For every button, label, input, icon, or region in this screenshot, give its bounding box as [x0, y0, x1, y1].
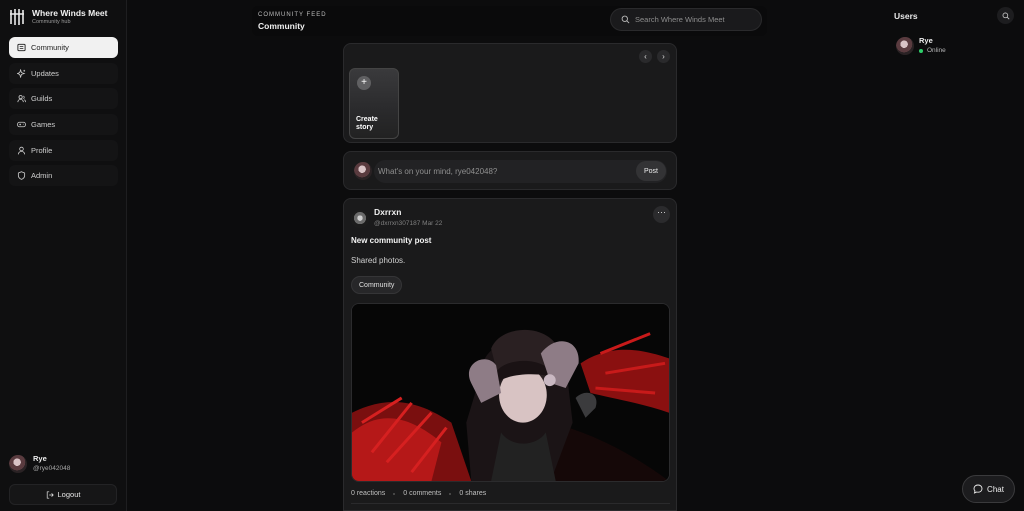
- sidebar-item-label: Admin: [31, 171, 53, 181]
- brand[interactable]: Where Winds Meet Community hub: [9, 8, 108, 26]
- ellipsis-icon: ···: [657, 207, 666, 217]
- search-placeholder: Search Where Winds Meet: [635, 15, 725, 24]
- sidebar-item-updates[interactable]: Updates: [9, 62, 118, 84]
- create-story-button[interactable]: + Create story: [349, 68, 399, 139]
- stories-next-button[interactable]: ›: [657, 50, 670, 63]
- user-status-label: Online: [927, 47, 946, 54]
- users-icon: [17, 94, 26, 103]
- plus-icon: +: [357, 76, 371, 90]
- page-title: Community: [258, 21, 305, 31]
- gamepad-icon: [17, 120, 26, 129]
- sidebar-item-label: Community: [31, 43, 69, 52]
- online-status-icon: [919, 49, 923, 53]
- user-icon: [17, 146, 26, 155]
- separator-dot: [449, 492, 452, 495]
- page-header: COMMUNITY FEED Community Search Where Wi…: [252, 6, 767, 36]
- sparkle-icon: [17, 68, 26, 78]
- sidebar-item-label: Games: [31, 120, 56, 130]
- reactions-count[interactable]: 0 reactions: [351, 490, 385, 497]
- composer-input[interactable]: What's on your mind, rye042048?: [374, 160, 667, 183]
- avatar: [9, 455, 27, 473]
- post-tag[interactable]: Community: [351, 276, 403, 294]
- feed-post: Dxrrxn @dxrrxn307187 Mar 22 ··· New comm…: [343, 198, 677, 511]
- chat-label: Chat: [987, 484, 1004, 494]
- user-list-item[interactable]: Rye Online: [896, 36, 946, 56]
- stories-card: ‹ › + Create story: [343, 43, 677, 143]
- post-author[interactable]: Dxrrxn: [374, 207, 401, 217]
- search-input[interactable]: Search Where Winds Meet: [610, 8, 762, 31]
- post-stats: 0 reactions 0 comments 0 shares: [351, 490, 486, 497]
- chevron-right-icon: ›: [662, 52, 665, 61]
- avatar: [896, 37, 914, 55]
- post-title: New community post: [351, 236, 432, 245]
- header-kicker: COMMUNITY FEED: [258, 12, 327, 18]
- logout-icon: [46, 490, 54, 499]
- post-photo-image: [352, 304, 669, 481]
- post-composer: What's on your mind, rye042048? Post: [343, 151, 677, 190]
- avatar[interactable]: [351, 210, 369, 228]
- post-photo[interactable]: [351, 303, 670, 482]
- sidebar-item-label: Profile: [31, 145, 53, 155]
- chevron-left-icon: ‹: [644, 52, 647, 61]
- composer-placeholder: What's on your mind, rye042048?: [378, 167, 498, 176]
- sidebar-item-admin[interactable]: Admin: [9, 165, 118, 187]
- sidebar-nav: Community Updates Guilds Games Profile A…: [9, 37, 118, 191]
- avatar: [354, 162, 372, 180]
- sidebar: Where Winds Meet Community hub Community…: [0, 0, 127, 511]
- brand-subtitle: Community hub: [32, 19, 71, 25]
- sidebar-item-profile[interactable]: Profile: [9, 139, 118, 161]
- sidebar-item-label: Updates: [31, 68, 59, 78]
- sidebar-item-guilds[interactable]: Guilds: [9, 88, 118, 110]
- users-search-button[interactable]: [997, 7, 1014, 24]
- current-user[interactable]: Rye @rye042048: [9, 454, 70, 474]
- search-icon: [1002, 12, 1009, 19]
- brand-title: Where Winds Meet: [32, 8, 108, 18]
- sidebar-item-games[interactable]: Games: [9, 114, 118, 136]
- create-story-label: Create story: [356, 116, 378, 131]
- shield-icon: [17, 171, 26, 181]
- search-icon: [621, 15, 630, 24]
- sidebar-item-label: Guilds: [31, 94, 53, 104]
- user-status: Online: [919, 46, 946, 56]
- logout-label: Logout: [57, 490, 81, 499]
- user-name: Rye: [919, 36, 933, 45]
- shares-count[interactable]: 0 shares: [459, 490, 486, 497]
- sidebar-item-community[interactable]: Community: [9, 37, 118, 58]
- users-panel-title: Users: [894, 11, 918, 21]
- current-user-handle: @rye042048: [33, 465, 71, 472]
- divider: [351, 503, 670, 504]
- separator-dot: [393, 492, 396, 495]
- comments-count[interactable]: 0 comments: [403, 490, 441, 497]
- brand-logo-icon: [10, 9, 24, 25]
- current-user-name: Rye: [33, 454, 47, 463]
- feed-icon: [17, 43, 26, 52]
- more-options-button[interactable]: ···: [653, 206, 670, 223]
- post-meta: @dxrrxn307187 Mar 22: [374, 220, 443, 227]
- post-body: Shared photos.: [351, 256, 406, 265]
- chat-button[interactable]: Chat: [962, 475, 1015, 503]
- stories-prev-button[interactable]: ‹: [639, 50, 652, 63]
- chat-bubble-icon: [973, 484, 983, 494]
- logout-button[interactable]: Logout: [9, 484, 117, 505]
- post-button[interactable]: Post: [636, 161, 666, 181]
